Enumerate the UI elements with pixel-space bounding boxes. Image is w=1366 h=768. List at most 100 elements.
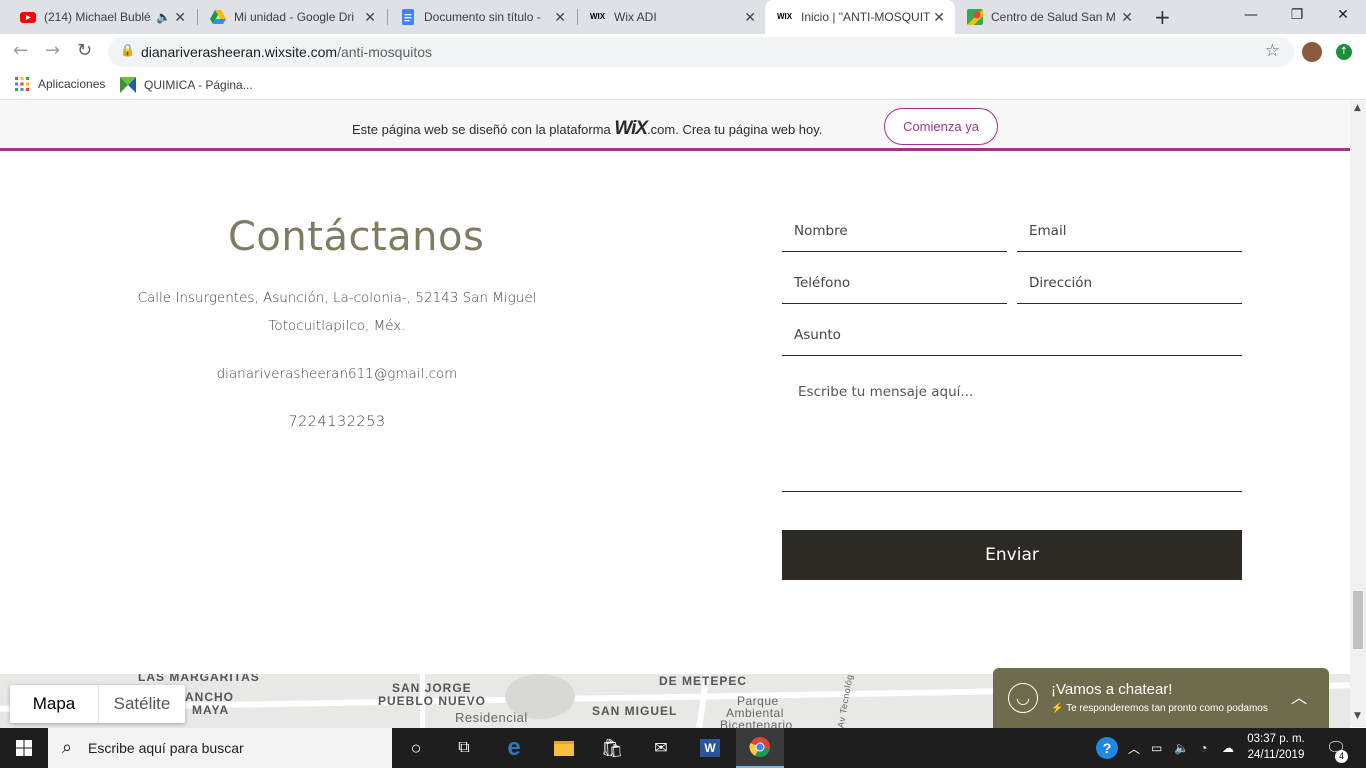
file-explorer-icon[interactable]	[540, 728, 588, 768]
help-icon[interactable]: ?	[1096, 728, 1118, 768]
contact-title: Contáctanos	[228, 214, 485, 260]
chevron-up-icon[interactable]: ︿	[1291, 684, 1307, 708]
tab-maps[interactable]: Centro de Salud San M ✕	[955, 0, 1143, 34]
subject-field[interactable]: Asunto	[782, 312, 1242, 356]
close-tab-icon[interactable]: ✕	[744, 9, 756, 26]
word-icon[interactable]: W	[686, 728, 734, 768]
map-label: Av Tecnológ	[835, 674, 855, 728]
contact-email[interactable]: dianariverasheeran611@gmail.com	[130, 366, 544, 382]
battery-icon[interactable]: ▭	[1151, 728, 1162, 768]
clock[interactable]: 03:37 p. m. 24/11/2019	[1244, 731, 1308, 763]
bookmark-quimica[interactable]: QUIMICA - Página...	[120, 77, 253, 93]
contact-section: Contáctanos Calle Insurgentes, Asunción,…	[0, 154, 1350, 674]
tab-drive[interactable]: Mi unidad - Google Dri ✕	[198, 0, 386, 34]
mail-icon[interactable]: ✉	[637, 728, 685, 768]
start-button[interactable]	[0, 728, 48, 768]
map-label: LAS MARGARITAS	[138, 674, 260, 684]
action-center-icon[interactable]: 🗨 4	[1326, 728, 1348, 768]
tab-docs[interactable]: Documento sin título - ✕	[388, 0, 576, 34]
docs-icon	[402, 9, 414, 25]
address-bar[interactable]: 🔒 dianariverasheeran.wixsite.com/anti-mo…	[108, 37, 1294, 67]
search-placeholder: Escribe aquí para buscar	[88, 740, 244, 756]
message-field[interactable]: Escribe tu mensaje aquí...	[782, 374, 1242, 492]
store-icon[interactable]: 🛍	[588, 728, 636, 768]
new-tab-icon[interactable]: +	[1154, 5, 1171, 29]
tab-title: (214) Michael Bublé	[44, 10, 151, 24]
volume-icon[interactable]: 🔈	[1174, 728, 1189, 768]
taskbar-search[interactable]: ⌕ Escribe aquí para buscar	[48, 728, 392, 768]
drive-icon	[210, 10, 226, 24]
reload-icon[interactable]: ↻	[77, 40, 92, 61]
scrollbar-thumb[interactable]	[1353, 591, 1363, 649]
edge-icon[interactable]: e	[490, 728, 538, 768]
apps-grid-icon	[15, 77, 29, 91]
speaker-icon[interactable]: 🔈	[156, 10, 171, 24]
url-text[interactable]: dianariverasheeran.wixsite.com/anti-mosq…	[141, 44, 432, 60]
scroll-up-icon[interactable]: ▲	[1354, 103, 1361, 113]
tab-title: Wix ADI	[614, 10, 657, 24]
youtube-icon	[20, 12, 36, 23]
browser-tab-bar: (214) Michael Bublé 🔈 ✕ Mi unidad - Goog…	[0, 0, 1366, 34]
avatar[interactable]	[1302, 42, 1322, 62]
forward-icon[interactable]: →	[45, 40, 60, 61]
email-field[interactable]: Email	[1017, 208, 1242, 252]
address-field[interactable]: Dirección	[1017, 260, 1242, 304]
address-line-1: Calle Insurgentes, Asunción, La-colonia-…	[137, 290, 537, 306]
bookmarks-bar: Aplicaciones QUIMICA - Página...	[0, 70, 1366, 100]
restore-icon[interactable]: ❐	[1274, 0, 1320, 30]
address-line-2: Totocuitlapilco, Méx.	[268, 318, 406, 334]
map-type-map-button[interactable]: Mapa	[10, 685, 98, 723]
lightning-icon: ⚡	[1051, 703, 1064, 714]
scroll-down-icon[interactable]: ▼	[1354, 711, 1361, 721]
page-scrollbar[interactable]: ▲ ▼	[1350, 101, 1366, 727]
close-tab-icon[interactable]: ✕	[364, 9, 376, 26]
wix-icon: WIX	[777, 12, 793, 21]
close-tab-icon[interactable]: ✕	[1121, 9, 1133, 26]
tab-wix-adi[interactable]: WIX Wix ADI ✕	[578, 0, 766, 34]
wix-promo-banner: Este página web se diseñó con la platafo…	[0, 101, 1350, 151]
chat-widget[interactable]: ◡ ¡Vamos a chatear! ⚡ Te responderemos t…	[993, 668, 1329, 728]
map-label: Bicentenario	[720, 718, 793, 728]
onedrive-icon[interactable]: ☁	[1222, 728, 1234, 768]
close-window-icon[interactable]: ✕	[1320, 0, 1366, 30]
close-tab-icon[interactable]: ✕	[933, 9, 945, 26]
lock-icon: 🔒	[120, 43, 135, 57]
map-label: MAYA	[192, 703, 230, 717]
tab-active-site[interactable]: WIX Inicio | "ANTI-MOSQUIT ✕	[765, 0, 955, 34]
windows-taskbar: ⌕ Escribe aquí para buscar ○ ⧉ e 🛍 ✉ W ?…	[0, 728, 1366, 768]
tab-title: Centro de Salud San M	[991, 10, 1115, 24]
cortana-icon[interactable]: ○	[392, 728, 440, 768]
map-label: SAN JORGE	[392, 681, 472, 695]
wix-logo: WiX	[614, 118, 648, 139]
search-icon: ⌕	[62, 737, 73, 757]
bookmark-star-icon[interactable]: ☆	[1265, 41, 1280, 61]
windows-logo-icon	[16, 740, 32, 756]
task-view-icon[interactable]: ⧉	[440, 728, 488, 768]
close-tab-icon[interactable]: ✕	[554, 9, 566, 26]
browser-toolbar: ← → ↻ 🔒 dianariverasheeran.wixsite.com/a…	[0, 34, 1366, 70]
back-icon[interactable]: ←	[13, 40, 28, 61]
clock-date: 24/11/2019	[1247, 749, 1305, 761]
tab-title: Documento sin título -	[424, 10, 541, 24]
phone-field[interactable]: Teléfono	[782, 260, 1007, 304]
chrome-icon[interactable]	[736, 728, 784, 768]
notification-count: 4	[1335, 750, 1348, 763]
map-label: Residencial	[455, 710, 528, 725]
wix-icon: WIX	[590, 12, 606, 21]
start-now-button[interactable]: Comienza ya	[884, 108, 998, 145]
bookmark-apps[interactable]: Aplicaciones	[15, 77, 105, 91]
send-button[interactable]: Enviar	[782, 530, 1242, 580]
close-tab-icon[interactable]: ✕	[174, 9, 186, 26]
tray-chevron-icon[interactable]: ︿	[1128, 728, 1140, 768]
map-label: SAN MIGUEL	[592, 704, 678, 718]
bookmark-label: QUIMICA - Página...	[144, 78, 253, 92]
smiley-icon: ◡	[1008, 683, 1038, 713]
minimize-icon[interactable]: —	[1228, 0, 1274, 30]
chat-subtitle: ⚡ Te responderemos tan pronto como podam…	[1051, 703, 1268, 714]
wifi-icon[interactable]: ◔	[1200, 728, 1207, 768]
tab-youtube[interactable]: (214) Michael Bublé 🔈 ✕	[8, 0, 196, 34]
update-icon[interactable]: ↑	[1336, 44, 1352, 60]
contact-phone[interactable]: 7224132253	[130, 414, 544, 430]
map-type-satellite-button[interactable]: Satélite	[99, 685, 185, 723]
name-field[interactable]: Nombre	[782, 208, 1007, 252]
